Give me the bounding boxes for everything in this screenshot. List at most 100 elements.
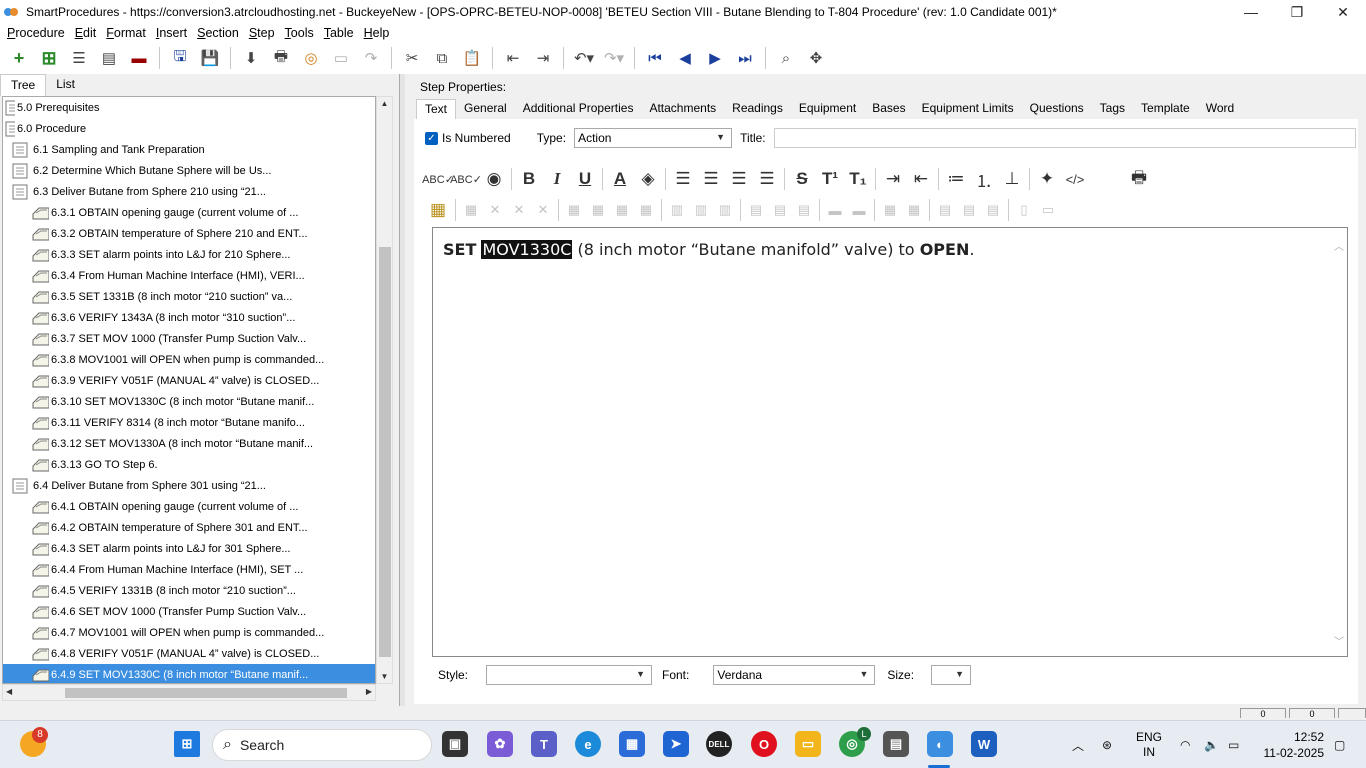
- align-left-icon[interactable]: ☰: [669, 166, 697, 192]
- highlight-icon[interactable]: ◈: [634, 166, 662, 192]
- language-indicator[interactable]: ENG IN: [1136, 730, 1162, 760]
- close-button[interactable]: ✕: [1320, 0, 1366, 24]
- increase-indent-icon[interactable]: ⇥: [879, 166, 907, 192]
- menu-step[interactable]: Step: [244, 26, 280, 40]
- last-step-icon[interactable]: ⏭: [733, 46, 757, 70]
- windows-start-icon[interactable]: ⊞: [174, 731, 200, 757]
- scroll-right-icon[interactable]: ▶: [366, 687, 372, 696]
- tree-item[interactable]: 6.3.1 OBTAIN opening gauge (current volu…: [3, 202, 375, 223]
- tree-item[interactable]: 6.3.8 MOV1001 will OPEN when pump is com…: [3, 349, 375, 370]
- subscript-icon[interactable]: T₁: [844, 166, 872, 192]
- first-step-icon[interactable]: ⏮: [643, 46, 667, 70]
- copilot-icon[interactable]: ✿: [487, 731, 513, 757]
- spellcheck-icon[interactable]: ABC✓: [422, 166, 454, 192]
- previous-step-icon[interactable]: ◀: [673, 46, 697, 70]
- superscript-icon[interactable]: T¹: [816, 166, 844, 192]
- scroll-up-icon[interactable]: ︿: [1334, 238, 1344, 253]
- publish-icon[interactable]: ⬇: [239, 46, 263, 70]
- save-icon[interactable]: 💾: [198, 46, 222, 70]
- magic-wand-icon[interactable]: ✦: [1033, 166, 1061, 192]
- tab-equipment-limits[interactable]: Equipment Limits: [914, 99, 1022, 119]
- tree-item[interactable]: 6.3.2 OBTAIN temperature of Sphere 210 a…: [3, 223, 375, 244]
- menu-tools[interactable]: Tools: [280, 26, 319, 40]
- tree-item[interactable]: 6.3.5 SET 1331B (8 inch motor “210 sucti…: [3, 286, 375, 307]
- tab-questions[interactable]: Questions: [1022, 99, 1092, 119]
- undo-icon[interactable]: ↶▾: [572, 46, 596, 70]
- editor-scrollbar[interactable]: ︿ ﹀: [1333, 228, 1347, 656]
- type-select[interactable]: Action ▼: [574, 128, 733, 148]
- store-icon[interactable]: ▦: [619, 731, 645, 757]
- scroll-thumb[interactable]: [65, 688, 347, 698]
- taskbar-clock[interactable]: 12:52 11-02-2025: [1264, 729, 1325, 761]
- scroll-down-icon[interactable]: ▼: [377, 672, 392, 681]
- scroll-left-icon[interactable]: ◀: [6, 687, 12, 696]
- remove-icon[interactable]: ▬: [127, 46, 151, 70]
- italic-icon[interactable]: I: [543, 166, 571, 192]
- tree-item[interactable]: 6.3.13 GO TO Step 6.: [3, 454, 375, 475]
- tree-item[interactable]: 6.4.1 OBTAIN opening gauge (current volu…: [3, 496, 375, 517]
- edge-icon[interactable]: e: [575, 731, 601, 757]
- smartprocedures-icon[interactable]: ◐: [927, 731, 953, 757]
- tree-item[interactable]: 6.0 Procedure: [3, 118, 375, 139]
- restore-button[interactable]: ❐: [1274, 0, 1320, 24]
- window-icon[interactable]: ▭: [329, 46, 353, 70]
- tree-item[interactable]: 5.0 Prerequisites: [3, 97, 375, 118]
- print-icon[interactable]: 🖶: [269, 46, 293, 70]
- insert-table-icon[interactable]: ▦: [424, 197, 452, 223]
- font-color-icon[interactable]: A: [606, 166, 634, 192]
- tab-list[interactable]: List: [46, 74, 85, 96]
- tree-item[interactable]: 6.3 Deliver Butane from Sphere 210 using…: [3, 181, 375, 202]
- tree-item[interactable]: 6.2 Determine Which Butane Sphere will b…: [3, 160, 375, 181]
- tab-template[interactable]: Template: [1133, 99, 1198, 119]
- step-text-content[interactable]: SET MOV1330C (8 inch motor “Butane manif…: [443, 240, 974, 259]
- tree-item[interactable]: 6.4.7 MOV1001 will OPEN when pump is com…: [3, 622, 375, 643]
- file-explorer-icon[interactable]: ▭: [795, 731, 821, 757]
- tab-bases[interactable]: Bases: [864, 99, 913, 119]
- add-icon[interactable]: +: [7, 46, 31, 70]
- tree-vertical-scrollbar[interactable]: ▲ ▼: [376, 96, 393, 684]
- redirect-icon[interactable]: ↷: [359, 46, 383, 70]
- tree-item[interactable]: 6.4.3 SET alarm points into L&J for 301 …: [3, 538, 375, 559]
- scroll-thumb[interactable]: [379, 247, 391, 657]
- style-select[interactable]: ▼: [486, 665, 652, 685]
- copy-icon[interactable]: ⧉: [430, 46, 454, 70]
- indent-icon[interactable]: ⇥: [531, 46, 555, 70]
- html-source-icon[interactable]: </>: [1061, 166, 1089, 192]
- menu-help[interactable]: Help: [359, 26, 395, 40]
- network-settings-icon[interactable]: ⊛: [1102, 721, 1112, 768]
- tree-item[interactable]: 6.4.2 OBTAIN temperature of Sphere 301 a…: [3, 517, 375, 538]
- cut-icon[interactable]: ✂: [400, 46, 424, 70]
- spellcheck-options-icon[interactable]: ABC✓: [450, 166, 482, 192]
- tab-additional-properties[interactable]: Additional Properties: [515, 99, 642, 119]
- move-icon[interactable]: ✥: [804, 46, 828, 70]
- notifications-icon[interactable]: ▢: [1334, 721, 1345, 768]
- tree-horizontal-scrollbar[interactable]: ◀ ▶: [2, 684, 376, 701]
- panel-splitter[interactable]: [399, 74, 405, 706]
- title-input[interactable]: [773, 128, 1356, 148]
- tree-item[interactable]: 6.4.6 SET MOV 1000 (Transfer Pump Suctio…: [3, 601, 375, 622]
- word-icon[interactable]: W: [971, 731, 997, 757]
- tab-text[interactable]: Text: [416, 99, 457, 119]
- scroll-up-icon[interactable]: ▲: [377, 99, 392, 108]
- tree-item[interactable]: 6.3.9 VERIFY V051F (MANUAL 4” valve) is …: [3, 370, 375, 391]
- menu-edit[interactable]: Edit: [70, 26, 102, 40]
- tree-item[interactable]: 6.4.8 VERIFY V051F (MANUAL 4” valve) is …: [3, 643, 375, 664]
- step-text-editor[interactable]: SET MOV1330C (8 inch motor “Butane manif…: [432, 227, 1348, 657]
- tree-item[interactable]: 6.4.4 From Human Machine Interface (HMI)…: [3, 559, 375, 580]
- size-select[interactable]: ▼: [931, 665, 972, 685]
- print-preview-icon[interactable]: 🖶: [1125, 166, 1153, 192]
- list-properties-icon[interactable]: ▤: [97, 46, 121, 70]
- tab-readings[interactable]: Readings: [724, 99, 791, 119]
- tree-item[interactable]: 6.3.6 VERIFY 1343A (8 inch motor “310 su…: [3, 307, 375, 328]
- image-icon[interactable]: ◉: [480, 166, 508, 192]
- tree-item[interactable]: 6.3.3 SET alarm points into L&J for 210 …: [3, 244, 375, 265]
- tree-item[interactable]: 6.4.5 VERIFY 1331B (8 inch motor “210 su…: [3, 580, 375, 601]
- bullet-list-icon[interactable]: ≔: [942, 166, 970, 192]
- tree-item[interactable]: 6.4 Deliver Butane from Sphere 301 using…: [3, 475, 375, 496]
- outdent-icon[interactable]: ⇤: [501, 46, 525, 70]
- procedure-tree[interactable]: 5.0 Prerequisites 6.0 Procedure 6.1 Sampli…: [2, 96, 376, 684]
- scroll-down-icon[interactable]: ﹀: [1334, 633, 1344, 648]
- app-icon[interactable]: ➤: [663, 731, 689, 757]
- app-icon[interactable]: ▤: [883, 731, 909, 757]
- tree-item[interactable]: 6.3.4 From Human Machine Interface (HMI)…: [3, 265, 375, 286]
